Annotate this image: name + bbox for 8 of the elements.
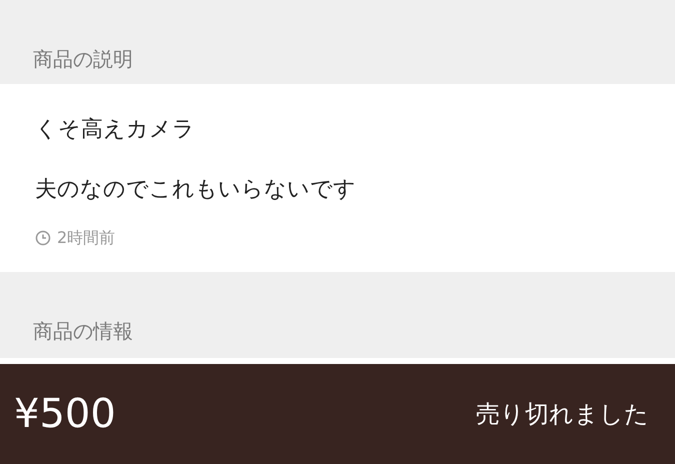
- posted-time: 2時間前: [57, 227, 116, 249]
- price-text: ¥500: [14, 390, 116, 439]
- section-heading: 商品の情報: [33, 318, 133, 345]
- section-heading: 商品の説明: [33, 46, 133, 73]
- description-text: くそ高えカメラ: [35, 116, 196, 144]
- description-text: 夫のなのでこれもいらないです: [35, 176, 357, 204]
- sold-out-status: 売り切れました: [476, 399, 649, 430]
- clock-icon: [35, 230, 51, 246]
